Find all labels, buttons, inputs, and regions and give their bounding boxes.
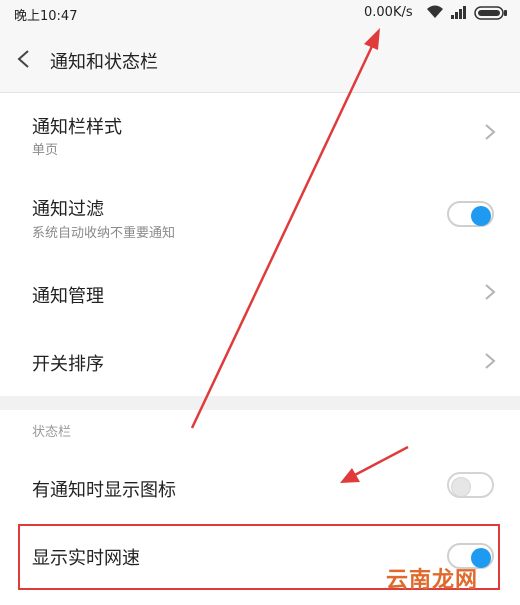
toggle-knob [471, 206, 491, 226]
signal-icon [451, 6, 466, 19]
notification-style-row[interactable]: 通知栏样式 单页 [0, 93, 520, 170]
row-label: 开关排序 [32, 354, 104, 375]
notification-manage-row[interactable]: 通知管理 [0, 258, 520, 326]
row-sublabel: 单页 [32, 143, 59, 158]
page-title: 通知和状态栏 [50, 52, 158, 73]
row-label: 显示实时网速 [32, 548, 140, 569]
chevron-right-icon [485, 353, 496, 369]
chevron-right-icon [485, 284, 496, 300]
page-header: 通知和状态栏 [0, 26, 520, 93]
show-icon-on-notification-row[interactable]: 有通知时显示图标 [0, 452, 520, 522]
chevron-left-icon [17, 50, 29, 68]
toggle-order-row[interactable]: 开关排序 [0, 326, 520, 396]
watermark-logo: 云南龙网 [386, 568, 479, 593]
notification-filter-row[interactable]: 通知过滤 系统自动收纳不重要通知 [0, 176, 520, 258]
toggle-knob [451, 477, 471, 497]
notification-filter-toggle[interactable] [447, 201, 494, 227]
status-time: 晚上10:47 [14, 9, 78, 24]
row-label: 通知管理 [32, 286, 104, 307]
net-speed-indicator: 0.00K/s [364, 5, 413, 20]
row-label: 通知过滤 [32, 199, 104, 220]
row-label: 有通知时显示图标 [32, 480, 176, 501]
back-button[interactable] [14, 48, 34, 70]
show-icon-toggle[interactable] [447, 472, 494, 498]
section-divider [0, 396, 520, 410]
wifi-icon [427, 5, 443, 18]
chevron-right-icon [485, 124, 496, 140]
battery-icon [474, 6, 507, 20]
section-header-status-bar: 状态栏 [32, 425, 72, 440]
row-sublabel: 系统自动收纳不重要通知 [32, 226, 176, 241]
row-label: 通知栏样式 [32, 117, 122, 138]
status-bar: 晚上10:47 0.00K/s [0, 0, 520, 26]
